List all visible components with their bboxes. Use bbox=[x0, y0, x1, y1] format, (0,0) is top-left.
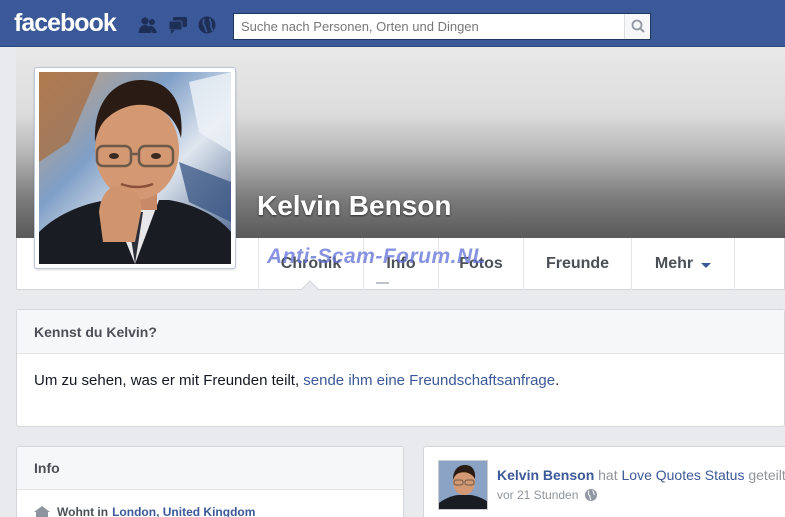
search-input[interactable] bbox=[234, 14, 624, 39]
search-box bbox=[233, 13, 651, 40]
facebook-logo[interactable]: facebook bbox=[14, 9, 117, 38]
profile-picture[interactable] bbox=[34, 67, 236, 269]
watermark-text: Anti-Scam-Forum.NL bbox=[267, 245, 486, 268]
tab-freunde[interactable]: Freunde bbox=[523, 238, 631, 290]
search-button[interactable] bbox=[624, 14, 650, 39]
home-icon bbox=[34, 506, 50, 517]
add-friend-card: Kennst du Kelvin? Um zu sehen, was er mi… bbox=[16, 309, 785, 427]
info-card: Info Wohnt in London, United Kingdom bbox=[16, 446, 404, 517]
post-header: Kelvin Benson hat Love Quotes Status get… bbox=[497, 467, 785, 483]
post-verb-shared: geteilt. bbox=[748, 467, 785, 483]
info-card-title: Info bbox=[17, 447, 403, 490]
shared-page-link[interactable]: Love Quotes Status bbox=[622, 467, 745, 483]
active-tab-notch bbox=[300, 280, 320, 291]
tab-label: Mehr bbox=[654, 255, 694, 272]
profile-photo bbox=[39, 72, 231, 264]
messages-icon[interactable] bbox=[168, 16, 188, 34]
avatar-photo bbox=[439, 461, 487, 509]
prompt-end: . bbox=[555, 372, 560, 389]
lives-in-row: Wohnt in London, United Kingdom bbox=[33, 505, 255, 517]
send-friend-request-link[interactable]: sende ihm eine Freundschaftsanfrage bbox=[303, 372, 555, 389]
prompt-text: Um zu sehen, was er mit Freunden teilt, bbox=[34, 372, 304, 389]
post-timestamp: vor 21 Stunden bbox=[497, 488, 598, 502]
post-time-text[interactable]: vor 21 Stunden bbox=[497, 488, 578, 502]
notifications-globe-icon[interactable] bbox=[197, 16, 217, 34]
timeline-post: Kelvin Benson hat Love Quotes Status get… bbox=[423, 446, 785, 517]
lives-in-label: Wohnt in bbox=[57, 505, 109, 517]
search-icon bbox=[631, 19, 645, 33]
avatar[interactable] bbox=[438, 460, 488, 510]
top-bar: facebook bbox=[0, 0, 785, 47]
post-verb: hat bbox=[598, 467, 618, 483]
profile-name[interactable]: Kelvin Benson bbox=[257, 190, 451, 222]
post-author-name[interactable]: Kelvin Benson bbox=[497, 467, 594, 483]
location-link[interactable]: London, United Kingdom bbox=[112, 505, 255, 517]
tab-mehr[interactable]: Mehr bbox=[631, 238, 735, 290]
chevron-down-icon bbox=[701, 262, 712, 268]
friend-requests-icon[interactable] bbox=[138, 16, 158, 34]
card-body: Um zu sehen, was er mit Freunden teilt, … bbox=[17, 354, 784, 407]
tab-indicator bbox=[376, 282, 389, 284]
tab-label: Freunde bbox=[545, 255, 610, 272]
globe-icon[interactable] bbox=[584, 488, 598, 502]
card-title: Kennst du Kelvin? bbox=[17, 310, 784, 354]
